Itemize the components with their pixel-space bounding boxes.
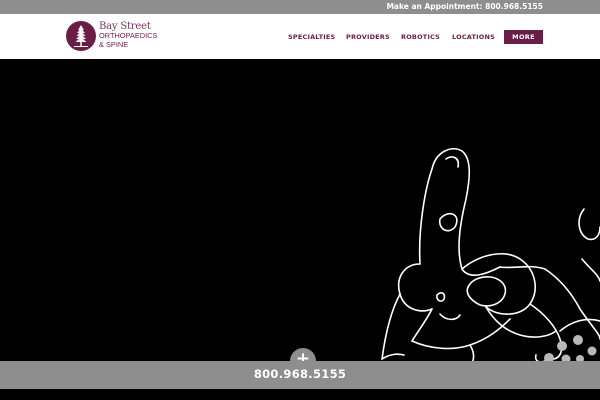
top-utility-bar: Make an Appointment: 800.968.5155: [0, 0, 600, 14]
nav-item-robotics[interactable]: ROBOTICS: [401, 33, 440, 41]
nav-item-locations[interactable]: LOCATIONS: [452, 33, 495, 41]
appointment-link[interactable]: Make an Appointment: 800.968.5155: [386, 0, 543, 14]
call-bar: 800.968.5155: [0, 361, 600, 389]
main-nav: SPECIALTIES PROVIDERS ROBOTICS LOCATIONS…: [0, 14, 600, 59]
more-button[interactable]: MORE: [504, 30, 543, 44]
site-header: Bay Street ORTHOPAEDICS & SPINE SPECIALT…: [0, 14, 600, 59]
call-phone-number[interactable]: 800.968.5155: [0, 367, 600, 381]
nav-item-specialties[interactable]: SPECIALTIES: [288, 33, 335, 41]
nav-item-providers[interactable]: PROVIDERS: [346, 33, 390, 41]
